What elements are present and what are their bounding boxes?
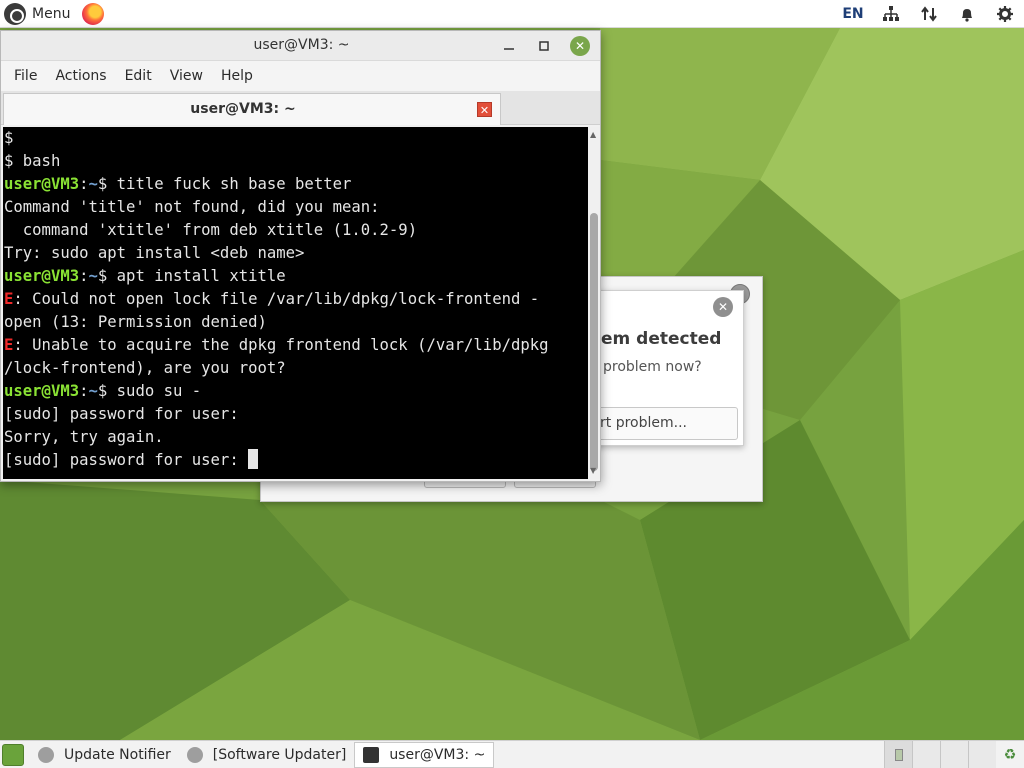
bottom-panel: Update Notifier [Software Updater] user@… xyxy=(0,740,1024,768)
task-label: [Software Updater] xyxy=(212,746,347,763)
terminal-text: [sudo] password for user: xyxy=(4,451,249,469)
close-icon[interactable]: ✕ xyxy=(713,297,733,317)
terminal-text: : xyxy=(79,267,89,285)
terminal-line: E: Unable to acquire the dpkg frontend l… xyxy=(3,334,588,357)
terminal-line: Command 'title' not found, did you mean: xyxy=(3,196,588,219)
scroll-down-icon[interactable]: ▼ xyxy=(590,467,598,475)
terminal-line: command 'xtitle' from deb xtitle (1.0.2-… xyxy=(3,219,588,242)
update-notifier-icon xyxy=(38,746,54,763)
terminal-text: : xyxy=(79,175,89,193)
dialog-question: problem now? xyxy=(603,359,702,375)
terminal-text: E xyxy=(4,336,14,354)
terminal-text: E xyxy=(4,290,14,308)
terminal-tab[interactable]: user@VM3: ~ ✕ xyxy=(3,93,501,125)
terminal-text: Try: sudo apt install <deb name> xyxy=(4,244,305,262)
terminal-text: ~ xyxy=(88,267,98,285)
dialog-title: em detected xyxy=(601,329,722,349)
window-titlebar[interactable]: user@VM3: ~ ✕ xyxy=(1,31,600,61)
scroll-up-icon[interactable]: ▲ xyxy=(590,131,598,139)
menu-file[interactable]: File xyxy=(5,68,46,84)
menu-label: Menu xyxy=(32,5,71,22)
firefox-launcher-icon[interactable] xyxy=(82,2,105,25)
gear-icon[interactable] xyxy=(986,0,1024,28)
menu-edit[interactable]: Edit xyxy=(116,68,161,84)
lubuntu-logo-icon xyxy=(4,2,26,25)
terminal-text: Sorry, try again. xyxy=(4,428,164,446)
menu-view[interactable]: View xyxy=(161,68,212,84)
system-tray: EN xyxy=(834,0,1024,28)
terminal-icon xyxy=(363,746,380,763)
menu-bar: File Actions Edit View Help xyxy=(1,61,600,91)
terminal-text: command 'xtitle' from deb xtitle (1.0.2-… xyxy=(4,221,418,239)
terminal-text: : xyxy=(79,382,89,400)
task-label: user@VM3: ~ xyxy=(389,746,486,763)
terminal-text: /lock-frontend), are you root? xyxy=(4,359,286,377)
tab-label: user@VM3: ~ xyxy=(190,101,296,117)
minimize-button[interactable] xyxy=(499,36,519,56)
terminal-text: [sudo] password for user: xyxy=(4,405,239,423)
workspace-window-thumb xyxy=(895,749,903,761)
terminal-line: $ xyxy=(3,127,588,150)
terminal-text: $ bash xyxy=(4,152,61,170)
terminal-text: $ apt install xtitle xyxy=(97,267,286,285)
terminal-line: open (13: Permission denied) xyxy=(3,311,588,334)
maximize-button[interactable] xyxy=(534,36,554,56)
terminal-text: user@VM3 xyxy=(4,267,80,285)
terminal-text: ~ xyxy=(88,175,98,193)
task-terminal[interactable]: user@VM3: ~ xyxy=(354,741,495,768)
top-panel: Menu EN xyxy=(0,0,1024,28)
keyboard-layout-indicator[interactable]: EN xyxy=(834,0,872,28)
network-icon[interactable] xyxy=(872,0,910,28)
terminal-window: user@VM3: ~ ✕ File Actions Edit View Hel… xyxy=(0,30,601,482)
scrollbar[interactable]: ▲ ▼ xyxy=(588,127,600,479)
terminal-text: $ sudo su - xyxy=(97,382,202,400)
terminal-text: ~ xyxy=(88,382,98,400)
task-label: Update Notifier xyxy=(64,746,171,763)
main-menu-button[interactable]: Menu xyxy=(0,0,74,28)
terminal-text: user@VM3 xyxy=(4,175,80,193)
menu-help[interactable]: Help xyxy=(212,68,262,84)
terminal-line: [sudo] password for user: xyxy=(3,449,588,472)
workspace-4[interactable] xyxy=(968,741,996,768)
bell-icon[interactable] xyxy=(948,0,986,28)
tab-close-icon[interactable]: ✕ xyxy=(477,102,492,117)
task-update-notifier[interactable]: Update Notifier xyxy=(30,742,179,768)
terminal-cursor xyxy=(248,449,259,469)
terminal-line: user@VM3:~$ apt install xtitle xyxy=(3,265,588,288)
workspace-2[interactable] xyxy=(912,741,940,768)
workspace-1[interactable] xyxy=(884,741,912,768)
terminal-text: open (13: Permission denied) xyxy=(4,313,267,331)
terminal-line: Try: sudo apt install <deb name> xyxy=(3,242,588,265)
terminal-output[interactable]: $ $ bash user@VM3:~$ title fuck sh base be… xyxy=(3,127,588,479)
report-problem-button[interactable]: rt problem... xyxy=(591,407,738,440)
terminal-line: Sorry, try again. xyxy=(3,426,588,449)
terminal-text: : Could not open lock file /var/lib/dpkg… xyxy=(13,290,540,308)
workspace-3[interactable] xyxy=(940,741,968,768)
tab-bar: user@VM3: ~ ✕ xyxy=(1,91,600,125)
terminal-line: [sudo] password for user: xyxy=(3,403,588,426)
terminal-line: user@VM3:~$ sudo su - xyxy=(3,380,588,403)
software-updater-icon xyxy=(186,746,203,763)
close-button[interactable]: ✕ xyxy=(570,36,590,56)
task-software-updater[interactable]: [Software Updater] xyxy=(179,742,355,768)
terminal-text: Command 'title' not found, did you mean: xyxy=(4,198,380,216)
terminal-line: E: Could not open lock file /var/lib/dpk… xyxy=(3,288,588,311)
show-desktop-icon[interactable] xyxy=(2,743,24,766)
terminal-line: $ bash xyxy=(3,150,588,173)
terminal-text: : Unable to acquire the dpkg frontend lo… xyxy=(13,336,549,354)
terminal-line: /lock-frontend), are you root? xyxy=(3,357,588,380)
menu-actions[interactable]: Actions xyxy=(46,68,115,84)
transfer-icon[interactable] xyxy=(910,0,948,28)
terminal-text: $ title fuck sh base better xyxy=(97,175,352,193)
terminal-text: user@VM3 xyxy=(4,382,80,400)
terminal-line: user@VM3:~$ title fuck sh base better xyxy=(3,173,588,196)
terminal-text: $ xyxy=(4,129,14,147)
workspace-switcher: ♻ xyxy=(884,741,1024,768)
trash-icon[interactable]: ♻ xyxy=(996,741,1024,768)
scrollbar-thumb[interactable] xyxy=(590,213,598,471)
